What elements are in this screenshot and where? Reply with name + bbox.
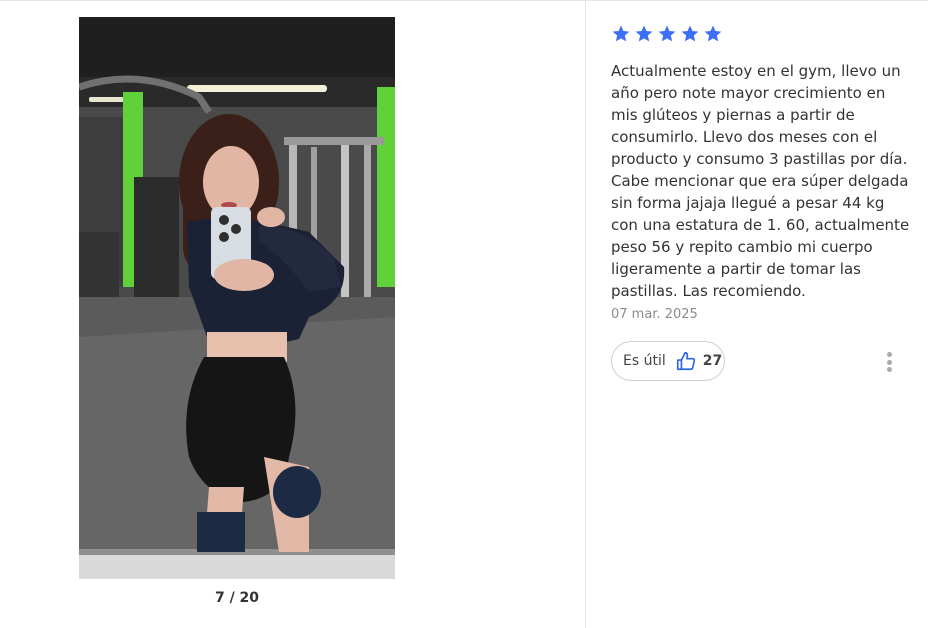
helpful-label: Es útil: [623, 353, 666, 369]
gallery-pane: 7 / 20: [0, 0, 585, 628]
helpful-button[interactable]: Es útil 27: [611, 341, 725, 381]
thumbs-up-icon: [676, 351, 695, 371]
photo-counter: 7 / 20: [214, 590, 260, 606]
star-icon: [681, 25, 699, 42]
review-date: 07 mar. 2025: [611, 307, 698, 322]
more-dot: [886, 352, 892, 357]
more-vertical-icon[interactable]: [882, 349, 896, 375]
review-text: Actualmente estoy en el gym, llevo un añ…: [611, 62, 910, 300]
star-icon: [704, 25, 722, 42]
rating-stars: [611, 24, 723, 44]
helpful-count: 27: [702, 353, 723, 369]
review-photo-viewer: 7 / 20 Actualmente estoy en el gym, llev…: [0, 0, 928, 628]
mirror-selfie-photo: [79, 17, 395, 579]
star-icon: [635, 25, 653, 42]
more-dot: [886, 359, 892, 365]
review-photo[interactable]: [79, 17, 395, 579]
more-dot: [886, 367, 892, 372]
star-icon: [658, 25, 676, 42]
star-icon: [612, 25, 630, 42]
review-pane: Actualmente estoy en el gym, llevo un añ…: [586, 0, 928, 628]
